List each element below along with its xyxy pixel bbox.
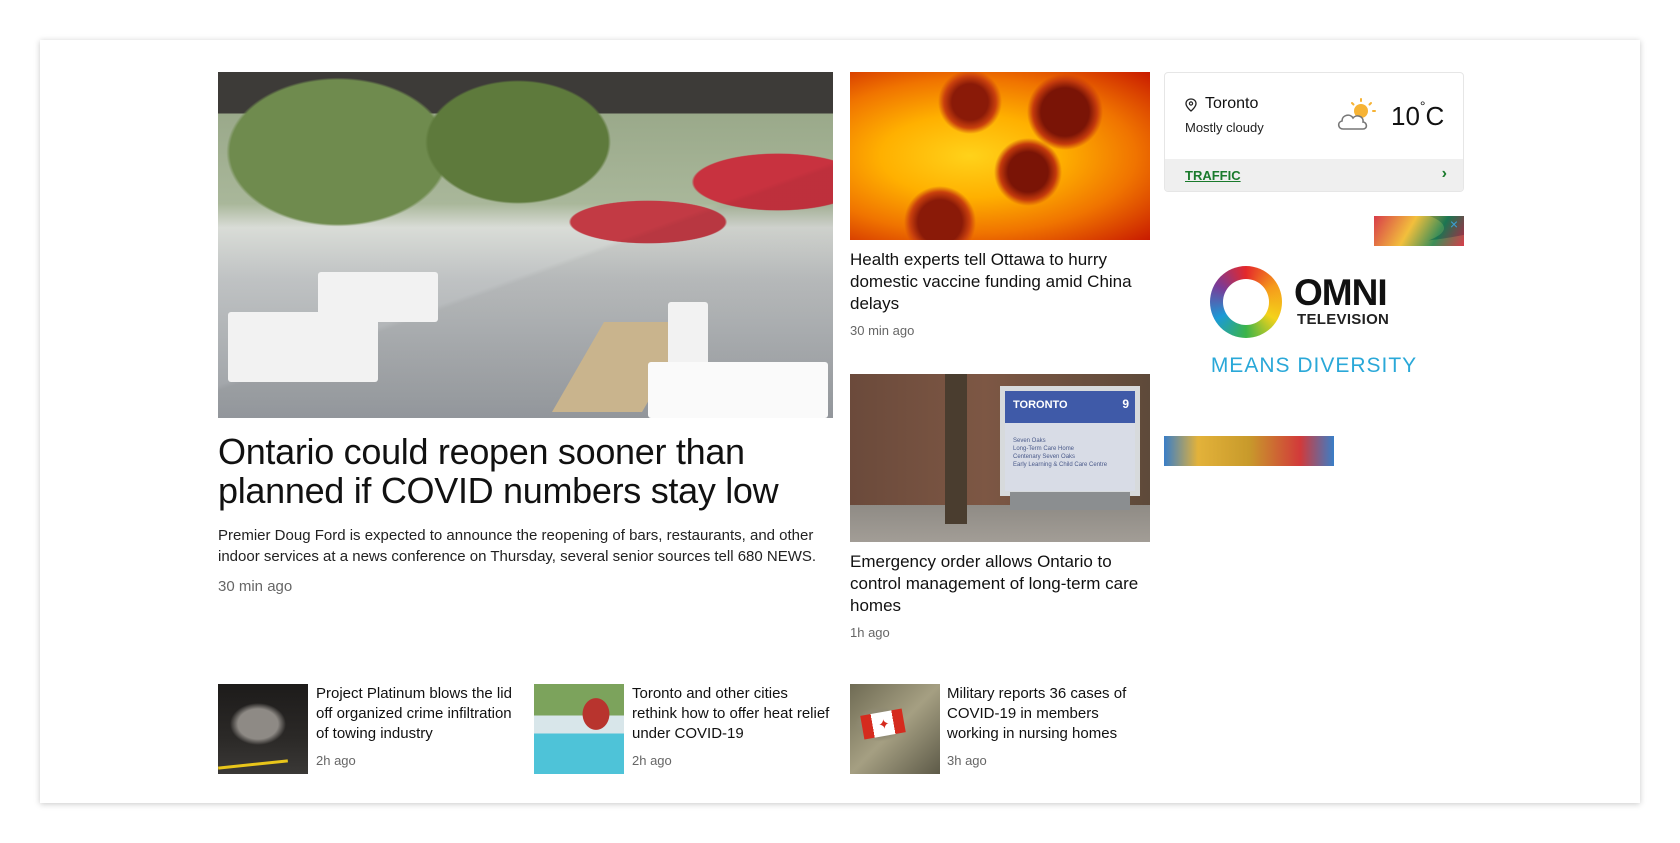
- virus-story-image[interactable]: [850, 72, 1150, 240]
- partly-cloudy-icon: [1337, 98, 1376, 130]
- small-story-thumbnail[interactable]: [218, 684, 308, 774]
- ad-tagline: MEANS DIVERSITY: [1210, 354, 1418, 377]
- omni-advertisement[interactable]: × OMNI TELEVISION MEANS DIVERSITY: [1164, 216, 1464, 466]
- ad-brand: OMNI: [1294, 272, 1388, 313]
- sign-line: Early Learning & Child Care Centre: [1013, 462, 1108, 468]
- omni-logo-ring-center: [1223, 279, 1269, 325]
- tree-trunk: [945, 374, 967, 524]
- middle-story-headline[interactable]: Health experts tell Ottawa to hurry dome…: [850, 249, 1150, 315]
- small-story-headline[interactable]: Military reports 36 cases of COVID-19 in…: [947, 684, 1152, 744]
- sign-line: Centenary Seven Oaks: [1013, 454, 1076, 460]
- sign-line: Long-Term Care Home: [1013, 446, 1075, 452]
- ad-bottom-art: [1164, 436, 1334, 466]
- weather-city: Toronto: [1205, 95, 1259, 112]
- lead-summary: Premier Doug Ford is expected to announc…: [218, 527, 817, 565]
- sign-number: 9: [1122, 397, 1129, 411]
- sign-base: [1010, 492, 1130, 510]
- traffic-link-bar[interactable]: TRAFFIC ›: [1165, 159, 1463, 191]
- temperature-unit: C: [1425, 101, 1445, 131]
- weather-temperature: 10°C: [1391, 98, 1445, 132]
- chevron-right-icon: ›: [1441, 165, 1447, 182]
- police-tape: [218, 759, 288, 770]
- small-story-thumbnail[interactable]: ✦: [850, 684, 940, 774]
- small-story-timestamp: 2h ago: [316, 753, 356, 768]
- patio-bench: [648, 362, 828, 418]
- middle-story-timestamp: 1h ago: [850, 625, 890, 640]
- weather-widget[interactable]: Toronto Mostly cloudy 10°C TRAFFIC ›: [1164, 72, 1464, 192]
- ad-close-icon[interactable]: ×: [1450, 216, 1458, 232]
- middle-story-headline[interactable]: Emergency order allows Ontario to contro…: [850, 551, 1150, 617]
- care-home-story-image[interactable]: TORONTO 9 Seven Oaks Long-Term Care Home…: [850, 374, 1150, 542]
- patio-table: [318, 272, 438, 322]
- location-pin-icon: [1185, 98, 1197, 112]
- small-story-headline[interactable]: Toronto and other cities rethink how to …: [632, 684, 837, 744]
- lead-headline[interactable]: Ontario could reopen sooner than planned…: [218, 432, 838, 510]
- middle-story-timestamp: 30 min ago: [850, 323, 915, 338]
- traffic-link[interactable]: TRAFFIC: [1185, 168, 1241, 183]
- lead-story-image[interactable]: [218, 72, 833, 418]
- patio-table: [228, 312, 378, 382]
- maple-leaf-icon: ✦: [876, 715, 892, 733]
- small-story-thumbnail[interactable]: [534, 684, 624, 774]
- sign-lines: Seven Oaks Long-Term Care Home Centenary…: [1013, 437, 1107, 469]
- ad-brand-sub: TELEVISION: [1297, 311, 1390, 328]
- temperature-value: 10: [1391, 101, 1420, 131]
- sign-title: TORONTO: [1013, 399, 1068, 411]
- sign-board: TORONTO 9 Seven Oaks Long-Term Care Home…: [1000, 386, 1140, 496]
- degree-symbol: °: [1419, 98, 1426, 115]
- small-story-timestamp: 2h ago: [632, 753, 672, 768]
- small-story-timestamp: 3h ago: [947, 753, 987, 768]
- lead-timestamp: 30 min ago: [218, 578, 293, 595]
- sign-line: Seven Oaks: [1013, 438, 1046, 444]
- small-story-headline[interactable]: Project Platinum blows the lid off organ…: [316, 684, 521, 744]
- weather-condition: Mostly cloudy: [1185, 120, 1264, 135]
